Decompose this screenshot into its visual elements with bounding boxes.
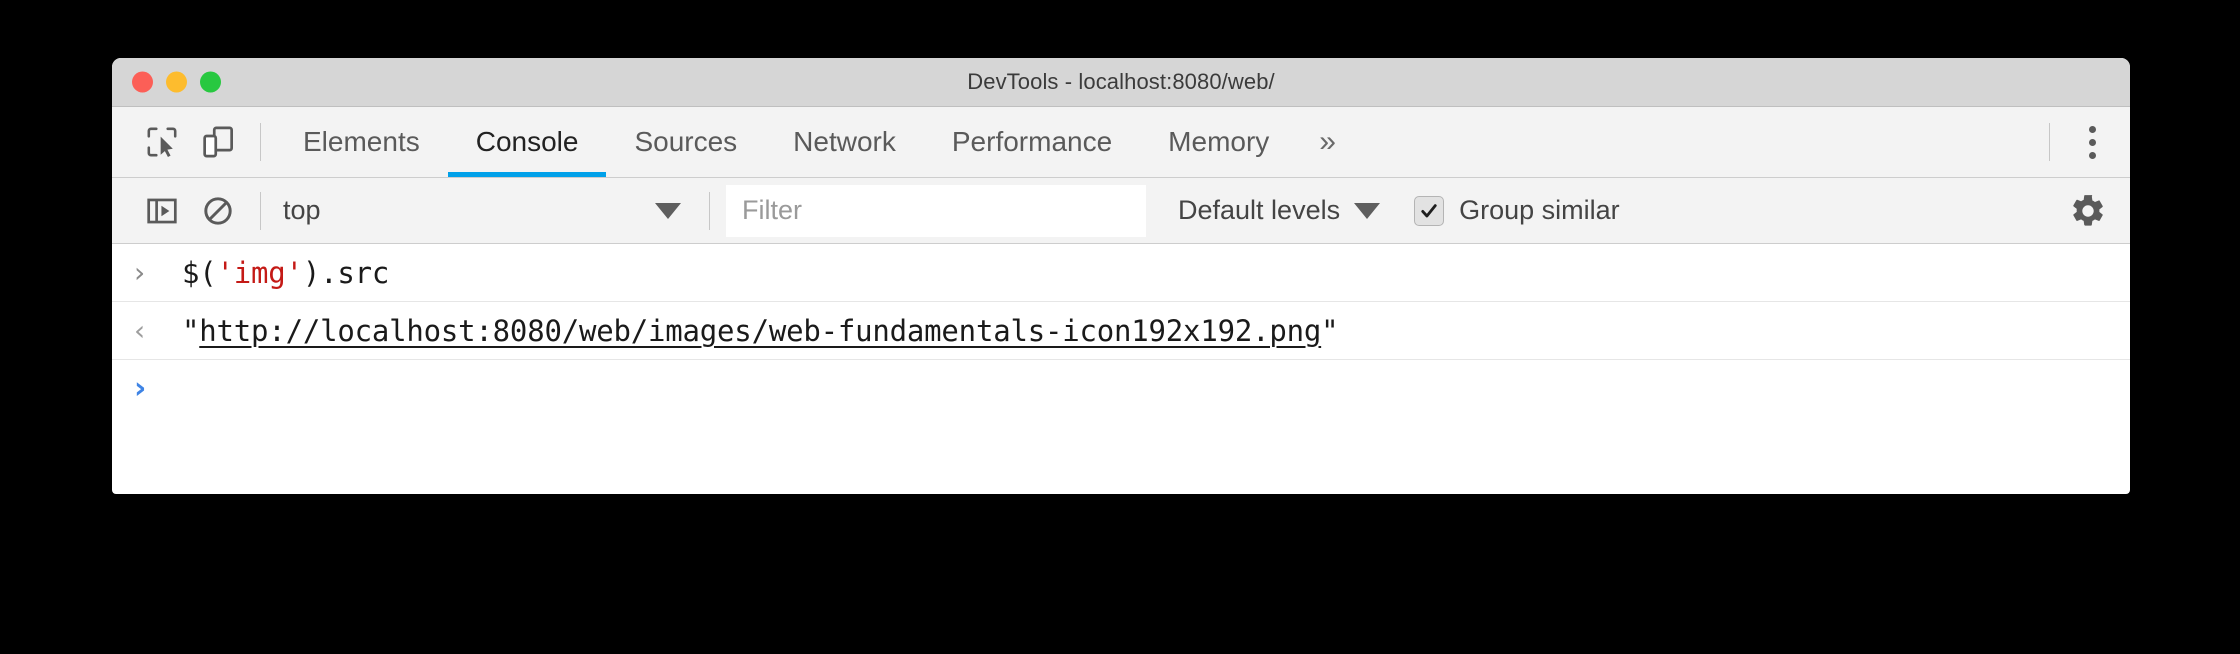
minimize-window-button[interactable] xyxy=(166,71,187,93)
close-window-button[interactable] xyxy=(132,71,153,93)
devtools-tab-bar: Elements Console Sources Network Perform… xyxy=(112,107,2130,178)
device-toolbar-icon[interactable] xyxy=(190,114,246,170)
execution-context-selector[interactable]: top xyxy=(275,188,695,234)
console-toolbar-right-group xyxy=(2060,183,2130,239)
execution-context-value: top xyxy=(283,195,321,225)
inspect-element-icon[interactable] xyxy=(134,114,190,170)
traffic-lights xyxy=(132,71,221,93)
tab-label: Network xyxy=(793,126,896,157)
expression-part: $( xyxy=(182,255,217,290)
maximize-window-button[interactable] xyxy=(200,71,221,93)
chevron-down-icon xyxy=(1354,202,1381,219)
chevron-down-icon xyxy=(655,202,681,219)
prompt-chevron-icon: › xyxy=(134,370,147,406)
tab-bar-divider xyxy=(260,123,261,161)
tab-label: Console xyxy=(475,126,579,157)
tab-bar-right-divider xyxy=(2049,123,2050,161)
console-sidebar-icon[interactable] xyxy=(134,183,190,239)
tab-list: Elements Console Sources Network Perform… xyxy=(275,107,1358,177)
console-toolbar: top Default levels Group similar xyxy=(112,178,2130,244)
devtools-window: DevTools - localhost:8080/web/ Elements … xyxy=(112,58,2130,494)
group-similar-checkbox[interactable] xyxy=(1414,195,1445,226)
tab-label: Memory xyxy=(1168,126,1270,157)
tab-console[interactable]: Console xyxy=(447,107,607,177)
clear-console-icon[interactable] xyxy=(190,183,246,239)
tab-network[interactable]: Network xyxy=(765,107,924,177)
tab-label: Elements xyxy=(303,126,420,157)
console-input-row[interactable]: › $('img').src xyxy=(112,244,2130,302)
result-chevron-icon: ‹ xyxy=(134,314,146,347)
expression-string-literal: 'img' xyxy=(216,255,304,290)
tab-memory[interactable]: Memory xyxy=(1140,107,1297,177)
tab-bar-right-group xyxy=(2035,107,2130,177)
more-options-kebab-icon[interactable] xyxy=(2064,114,2120,170)
kebab-dot xyxy=(2088,138,2096,146)
expression-part: ).src xyxy=(302,255,390,290)
tab-performance[interactable]: Performance xyxy=(924,107,1140,177)
quote-open: " xyxy=(182,313,200,348)
log-levels-label: Default levels xyxy=(1178,195,1341,225)
more-tabs-label: » xyxy=(1319,125,1336,158)
tab-label: Performance xyxy=(951,126,1113,157)
gear-icon[interactable] xyxy=(2060,183,2116,239)
title-bar: DevTools - localhost:8080/web/ xyxy=(112,58,2130,107)
result-url-link[interactable]: http://localhost:8080/web/images/web-fun… xyxy=(199,314,1321,348)
group-similar-label: Group similar xyxy=(1459,195,1620,225)
console-result-row[interactable]: ‹ "http://localhost:8080/web/images/web-… xyxy=(112,302,2130,360)
console-input-expression: $('img').src xyxy=(182,256,389,290)
tab-label: Sources xyxy=(634,126,738,157)
kebab-dot xyxy=(2088,125,2096,133)
input-chevron-icon: › xyxy=(134,256,146,289)
context-filter-divider xyxy=(709,191,710,230)
group-similar-toggle[interactable]: Group similar xyxy=(1414,195,1620,226)
console-result-value: "http://localhost:8080/web/images/web-fu… xyxy=(182,313,1339,348)
console-toolbar-divider xyxy=(260,191,261,230)
tab-sources[interactable]: Sources xyxy=(606,107,765,177)
console-message-list: › $('img').src ‹ "http://localhost:8080/… xyxy=(112,244,2130,416)
filter-input[interactable] xyxy=(726,184,1146,237)
kebab-dot xyxy=(2088,151,2096,159)
log-levels-selector[interactable]: Default levels xyxy=(1178,195,1381,226)
quote-close: " xyxy=(1321,313,1339,348)
more-tabs-chevron-icon[interactable]: » xyxy=(1297,107,1358,177)
console-prompt-row[interactable]: › xyxy=(112,360,2130,416)
tab-elements[interactable]: Elements xyxy=(275,107,448,177)
window-title: DevTools - localhost:8080/web/ xyxy=(967,69,1275,94)
